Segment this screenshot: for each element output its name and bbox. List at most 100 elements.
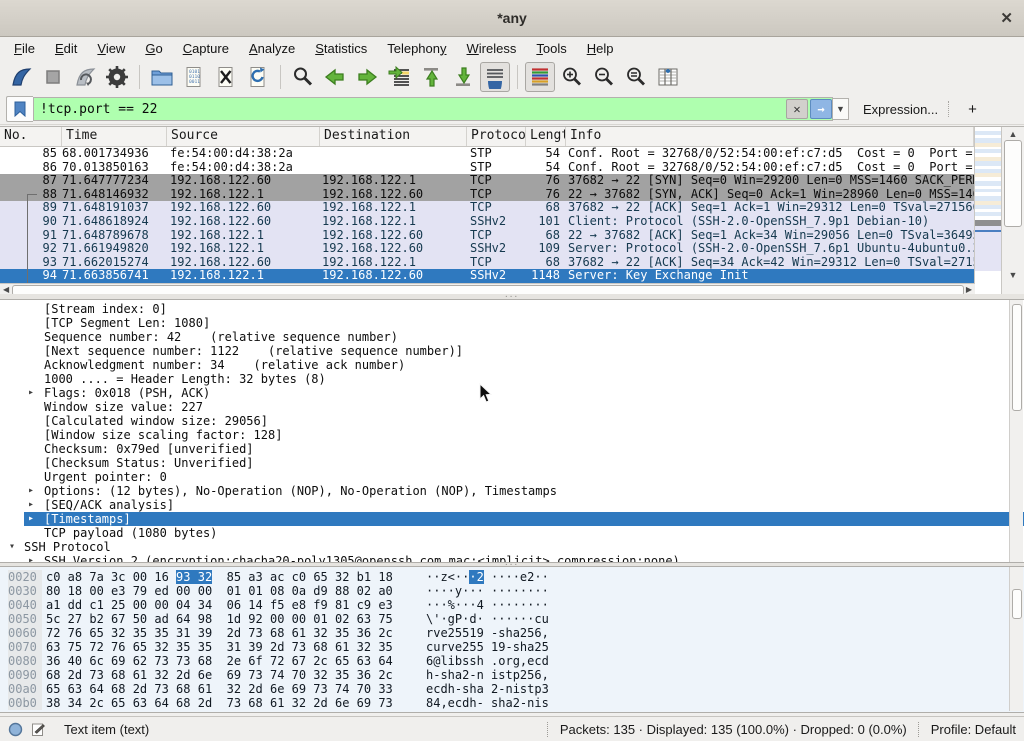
hex-row-0090[interactable]: 009068 2d 73 68 61 32 2d 6e 69 73 74 70 … [0, 668, 1024, 682]
profile-status[interactable]: Profile: Default [931, 722, 1016, 737]
hex-row-0050[interactable]: 00505c 27 b2 67 50 ad 64 98 1d 92 00 00 … [0, 612, 1024, 626]
column-header-info[interactable]: Info [566, 127, 974, 146]
go-first-button[interactable] [416, 62, 446, 92]
intelligent-scrollbar-minimap[interactable] [974, 127, 1001, 294]
menu-wireless[interactable]: Wireless [457, 39, 527, 58]
zoom-in-button[interactable] [557, 62, 587, 92]
detail-line-14[interactable]: ▸[SEQ/ACK analysis] [0, 498, 1024, 512]
go-to-packet-button[interactable] [384, 62, 414, 92]
file-reload-button[interactable] [243, 62, 273, 92]
menu-statistics[interactable]: Statistics [305, 39, 377, 58]
packet-row-91[interactable]: 9171.648789678192.168.122.1192.168.122.6… [0, 229, 974, 243]
column-header-time[interactable]: Time [62, 127, 167, 146]
packet-row-85[interactable]: 8568.001734936fe:54:00:d4:38:2aSTP54Conf… [0, 147, 974, 161]
detail-line-5[interactable]: 1000 .... = Header Length: 32 bytes (8) [0, 372, 1024, 386]
detail-line-7[interactable]: Window size value: 227 [0, 400, 1024, 414]
file-open-button[interactable] [147, 62, 177, 92]
resize-columns-button[interactable] [653, 62, 683, 92]
detail-line-12[interactable]: Urgent pointer: 0 [0, 470, 1024, 484]
capture-start-button[interactable] [6, 62, 36, 92]
detail-line-9[interactable]: [Window size scaling factor: 128] [0, 428, 1024, 442]
capture-comment-icon[interactable] [31, 722, 46, 737]
packet-list-vscrollbar[interactable]: ▲ ▼ [1001, 127, 1024, 294]
colorize-button[interactable] [525, 62, 555, 92]
packet-row-92[interactable]: 9271.661949820192.168.122.1192.168.122.6… [0, 242, 974, 256]
packet-row-89[interactable]: 8971.648191037192.168.122.60192.168.122.… [0, 201, 974, 215]
collapsed-arrow-icon[interactable]: ▸ [28, 484, 34, 498]
hex-row-0030[interactable]: 003080 18 00 e3 79 ed 00 00 01 01 08 0a … [0, 584, 1024, 598]
details-vscroll-thumb[interactable] [1012, 304, 1022, 411]
filter-clear-icon[interactable]: ✕ [786, 99, 808, 119]
zoom-out-button[interactable] [589, 62, 619, 92]
detail-line-10[interactable]: Checksum: 0x79ed [unverified] [0, 442, 1024, 456]
filter-apply-icon[interactable]: → [810, 99, 832, 119]
capture-stop-button[interactable] [38, 62, 68, 92]
packet-row-93[interactable]: 9371.662015274192.168.122.60192.168.122.… [0, 256, 974, 270]
go-back-button[interactable] [320, 62, 350, 92]
hscroll-left-icon[interactable]: ◀ [3, 284, 9, 294]
detail-line-16[interactable]: TCP payload (1080 bytes) [0, 526, 1024, 540]
detail-line-8[interactable]: [Calculated window size: 29056] [0, 414, 1024, 428]
capture-restart-button[interactable] [70, 62, 100, 92]
display-filter-input[interactable]: !tcp.port == 22 ✕ → [33, 97, 833, 121]
expert-info-icon[interactable] [8, 722, 23, 737]
hex-row-0070[interactable]: 007063 75 72 76 65 32 35 35 31 39 2d 73 … [0, 640, 1024, 654]
vscroll-thumb[interactable] [1004, 140, 1022, 227]
vscroll-down-icon[interactable]: ▼ [1002, 270, 1024, 280]
menu-view[interactable]: View [87, 39, 135, 58]
menu-tools[interactable]: Tools [526, 39, 576, 58]
collapsed-arrow-icon[interactable]: ▸ [28, 554, 34, 563]
go-last-button[interactable] [448, 62, 478, 92]
column-header-source[interactable]: Source [167, 127, 320, 146]
menu-analyze[interactable]: Analyze [239, 39, 305, 58]
detail-line-0[interactable]: [Stream index: 0] [0, 302, 1024, 316]
vscroll-up-icon[interactable]: ▲ [1002, 129, 1024, 139]
expanded-arrow-icon[interactable]: ▾ [9, 540, 15, 554]
detail-line-17[interactable]: ▾SSH Protocol [0, 540, 1024, 554]
detail-line-6[interactable]: ▸Flags: 0x018 (PSH, ACK) [0, 386, 1024, 400]
capture-options-button[interactable] [102, 62, 132, 92]
file-close-button[interactable] [211, 62, 241, 92]
packet-row-90[interactable]: 9071.648618924192.168.122.60192.168.122.… [0, 215, 974, 229]
packet-list-hscrollbar[interactable]: ◀ ▶ [0, 283, 974, 294]
detail-line-15[interactable]: ▸[Timestamps] [0, 512, 1024, 526]
packet-row-88[interactable]: 8871.648146932192.168.122.1192.168.122.6… [0, 188, 974, 202]
find-packet-button[interactable] [288, 62, 318, 92]
autoscroll-button[interactable] [480, 62, 510, 92]
bytes-vscroll-thumb[interactable] [1012, 589, 1022, 619]
close-window-icon[interactable]: ✕ [1000, 9, 1013, 27]
go-forward-button[interactable] [352, 62, 382, 92]
hex-row-0020[interactable]: 0020c0 a8 7a 3c 00 16 93 32 85 a3 ac c0 … [0, 570, 1024, 584]
menu-file[interactable]: File [4, 39, 45, 58]
details-vscrollbar[interactable] [1009, 300, 1023, 562]
menu-edit[interactable]: Edit [45, 39, 87, 58]
collapsed-arrow-icon[interactable]: ▸ [28, 498, 34, 512]
detail-line-13[interactable]: ▸Options: (12 bytes), No-Operation (NOP)… [0, 484, 1024, 498]
hscroll-thumb[interactable] [12, 285, 964, 294]
hex-row-0040[interactable]: 0040a1 dd c1 25 00 00 04 34 06 14 f5 e8 … [0, 598, 1024, 612]
detail-line-11[interactable]: [Checksum Status: Unverified] [0, 456, 1024, 470]
detail-line-1[interactable]: [TCP Segment Len: 1080] [0, 316, 1024, 330]
collapsed-arrow-icon[interactable]: ▸ [28, 386, 34, 400]
file-save-button[interactable]: 010101100011 [179, 62, 209, 92]
detail-line-2[interactable]: Sequence number: 42 (relative sequence n… [0, 330, 1024, 344]
hex-row-00a0[interactable]: 00a065 63 64 68 2d 73 68 61 32 2d 6e 69 … [0, 682, 1024, 696]
detail-line-4[interactable]: Acknowledgment number: 34 (relative ack … [0, 358, 1024, 372]
filter-bookmark-button[interactable] [6, 96, 33, 122]
hex-row-0060[interactable]: 006072 76 65 32 35 35 31 39 2d 73 68 61 … [0, 626, 1024, 640]
packet-row-94[interactable]: 9471.663856741192.168.122.1192.168.122.6… [0, 269, 974, 283]
filter-dropdown-icon[interactable]: ▼ [833, 98, 849, 120]
hscroll-right-icon[interactable]: ▶ [966, 284, 972, 294]
zoom-reset-button[interactable] [621, 62, 651, 92]
detail-line-3[interactable]: [Next sequence number: 1122 (relative se… [0, 344, 1024, 358]
menu-capture[interactable]: Capture [173, 39, 239, 58]
hex-row-00b0[interactable]: 00b038 34 2c 65 63 64 68 2d 73 68 61 32 … [0, 696, 1024, 710]
packet-row-86[interactable]: 8670.013850163fe:54:00:d4:38:2aSTP54Conf… [0, 161, 974, 175]
bytes-vscrollbar[interactable] [1009, 567, 1023, 711]
column-header-destination[interactable]: Destination [320, 127, 467, 146]
hex-row-0080[interactable]: 008036 40 6c 69 62 73 73 68 2e 6f 72 67 … [0, 654, 1024, 668]
menu-help[interactable]: Help [577, 39, 624, 58]
menu-telephony[interactable]: Telephony [377, 39, 456, 58]
expression-button[interactable]: Expression... [863, 102, 938, 117]
add-filter-button[interactable]: + [960, 101, 985, 118]
